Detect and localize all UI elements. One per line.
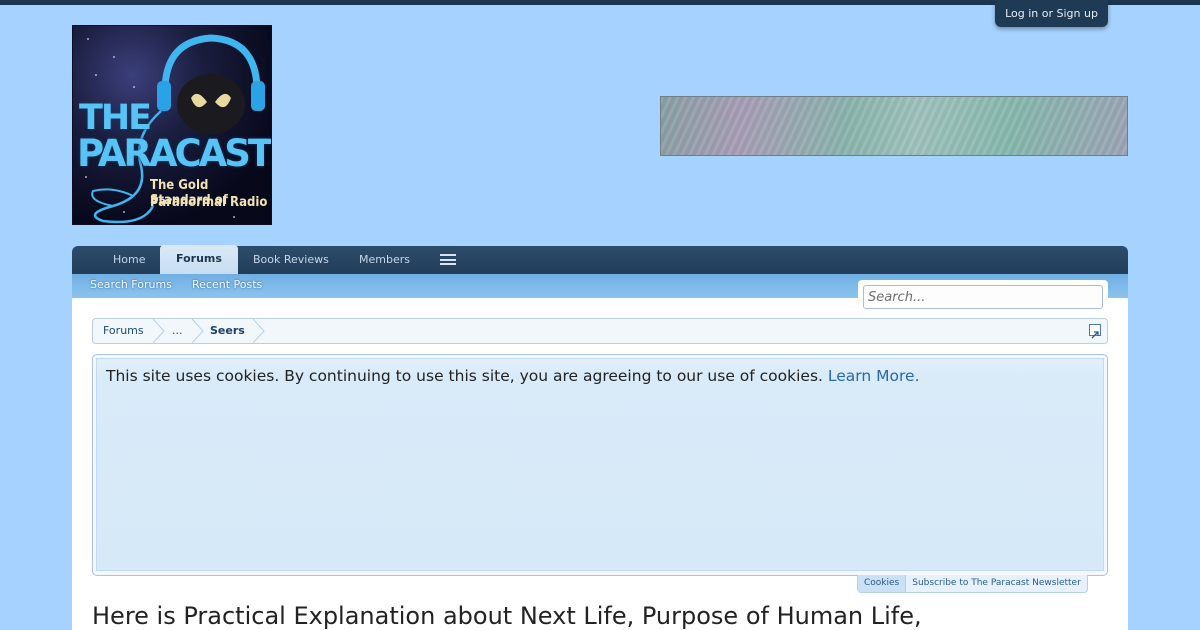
nav-tab-home[interactable]: Home xyxy=(113,246,145,274)
nav-tab-members[interactable]: Members xyxy=(359,246,410,274)
notice-tab-cookies[interactable]: Cookies xyxy=(858,575,907,592)
notice-tab-newsletter[interactable]: Subscribe to The Paracast Newsletter xyxy=(906,575,1087,592)
logo-tagline-2: Paranormal Radio xyxy=(150,195,268,210)
main-nav: Home Forums Book Reviews Members xyxy=(72,245,1128,274)
subnav-search-forums[interactable]: Search Forums xyxy=(90,278,172,291)
breadcrumb-seers[interactable]: Seers xyxy=(210,319,245,343)
cookie-notice-message: This site uses cookies. By continuing to… xyxy=(106,367,823,385)
site-logo[interactable]: THE PARACAST The Gold Standard of Parano… xyxy=(72,25,272,225)
notice-tabs: Cookies Subscribe to The Paracast Newsle… xyxy=(857,575,1088,593)
jump-to-icon[interactable] xyxy=(1089,324,1101,339)
nav-tab-forums[interactable]: Forums xyxy=(160,245,238,274)
login-signup-button[interactable]: Log in or Sign up xyxy=(995,0,1108,27)
learn-more-link[interactable]: Learn More. xyxy=(828,367,920,385)
cookie-notice-text: This site uses cookies. By continuing to… xyxy=(106,367,920,385)
breadcrumb-separator xyxy=(192,319,204,343)
breadcrumb-separator xyxy=(253,319,265,343)
search-input[interactable] xyxy=(863,285,1103,309)
subnav-recent-posts[interactable]: Recent Posts xyxy=(192,278,262,291)
breadcrumb-separator xyxy=(153,319,165,343)
breadcrumb-forums[interactable]: Forums xyxy=(103,319,144,343)
hamburger-icon[interactable] xyxy=(440,254,456,265)
cookie-notice xyxy=(96,358,1104,571)
nav-tab-book-reviews[interactable]: Book Reviews xyxy=(253,246,329,274)
breadcrumb-ellipsis[interactable]: ... xyxy=(172,319,183,343)
logo-title-paracast: PARACAST xyxy=(77,132,271,175)
header-banner xyxy=(660,96,1128,156)
breadcrumb: Forums ... Seers xyxy=(92,318,1108,344)
page-title: Here is Practical Explanation about Next… xyxy=(92,602,922,630)
